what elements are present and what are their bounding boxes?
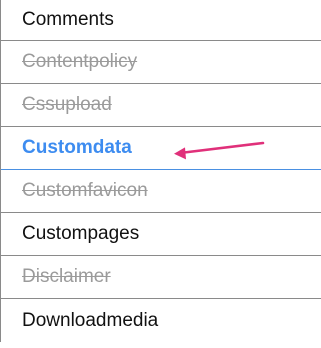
- list-item-label: Cssupload: [22, 94, 112, 115]
- list-item-label: Customdata: [22, 137, 132, 158]
- list-item-customdata[interactable]: Customdata: [1, 127, 321, 170]
- list-item-disclaimer[interactable]: Disclaimer: [1, 256, 321, 299]
- list-item-customfavicon[interactable]: Customfavicon: [1, 170, 321, 213]
- pointer-arrow-icon: [174, 141, 265, 160]
- list-item-cssupload[interactable]: Cssupload: [1, 84, 321, 127]
- list-item-label: Custompages: [22, 223, 140, 244]
- list-item-label: Downloadmedia: [22, 309, 159, 331]
- list-item-label: Contentpolicy: [22, 51, 138, 72]
- list-item-custompages[interactable]: Custompages: [1, 213, 321, 256]
- list-item-label: Comments: [22, 9, 114, 30]
- feature-list: Comments Contentpolicy Cssupload Customd…: [0, 0, 321, 342]
- list-item-downloadmedia[interactable]: Downloadmedia: [1, 299, 321, 342]
- list-item-label: Disclaimer: [22, 266, 111, 287]
- list-item-comments[interactable]: Comments: [1, 0, 321, 41]
- list-item-contentpolicy[interactable]: Contentpolicy: [1, 41, 321, 84]
- list-item-label: Customfavicon: [22, 180, 148, 201]
